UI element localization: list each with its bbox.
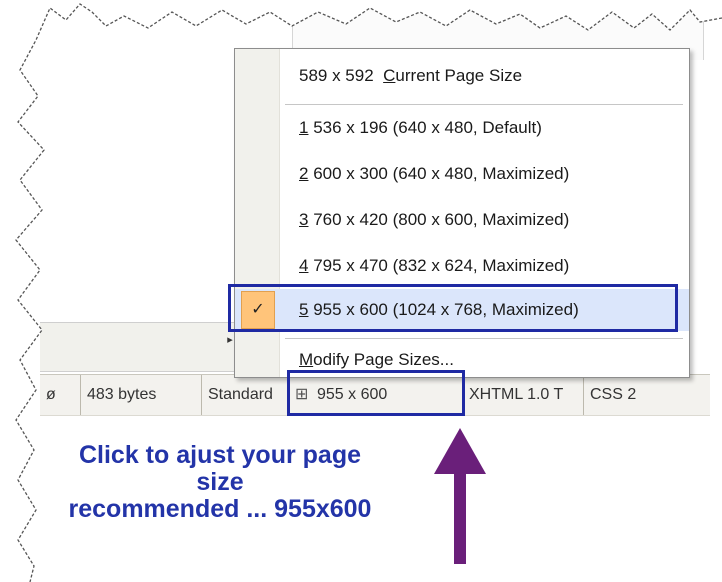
annotation-line-1: Click to ajust your page bbox=[78, 441, 361, 469]
annotation-text: Click to ajust your page size recommende… bbox=[20, 442, 420, 523]
annotation-line-3: recommended ... 955x600 bbox=[68, 495, 372, 523]
up-arrow-icon bbox=[434, 428, 486, 564]
annotation-line-2: size bbox=[196, 468, 244, 496]
